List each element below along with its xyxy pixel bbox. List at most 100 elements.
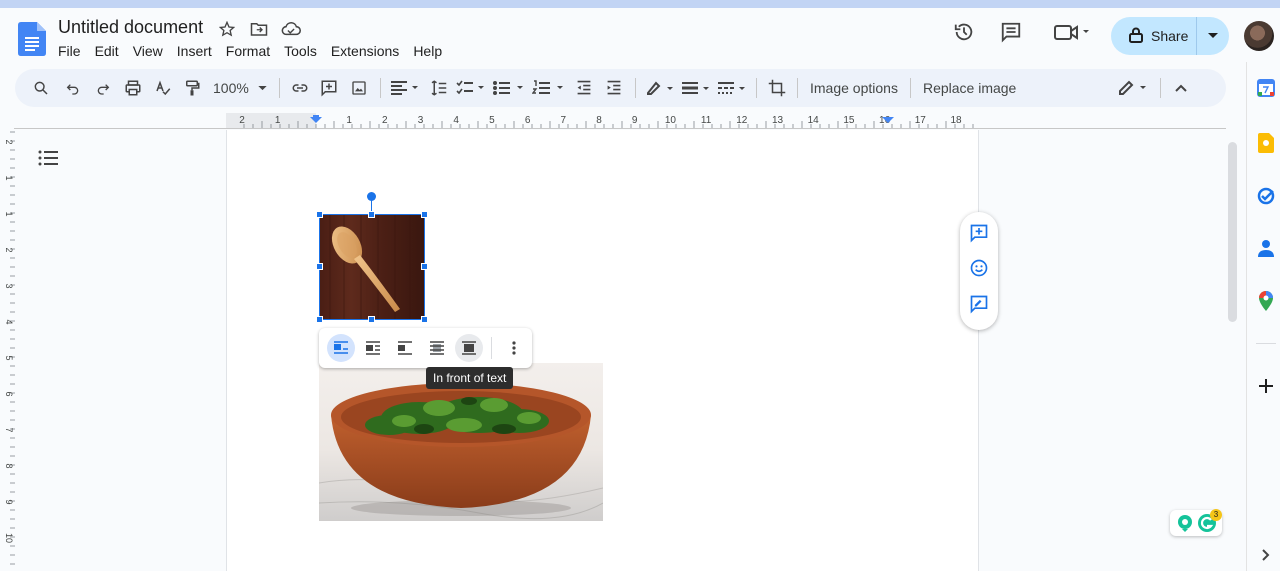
in-front-of-text-button[interactable]	[455, 334, 483, 362]
wrap-text-button[interactable]	[359, 334, 387, 362]
editing-mode-icon[interactable]	[1114, 74, 1154, 102]
border-color-icon[interactable]	[642, 74, 678, 102]
resize-handle[interactable]	[368, 211, 375, 218]
toolbar-divider	[1160, 78, 1162, 98]
align-icon[interactable]	[387, 74, 423, 102]
keep-icon[interactable]	[1256, 133, 1276, 153]
move-folder-icon[interactable]	[248, 18, 270, 40]
border-weight-icon[interactable]	[678, 74, 714, 102]
meet-icon[interactable]	[1052, 20, 1092, 44]
search-icon[interactable]	[31, 74, 51, 102]
add-comment-fab-icon[interactable]	[969, 223, 989, 248]
document-title[interactable]: Untitled document	[58, 17, 203, 38]
vruler-label: 1	[4, 211, 14, 216]
maps-icon[interactable]	[1256, 291, 1276, 311]
decrease-indent-icon[interactable]	[569, 74, 599, 102]
vruler-label: 8	[4, 463, 14, 468]
calendar-icon[interactable]	[1256, 78, 1276, 98]
comments-icon[interactable]	[999, 20, 1023, 44]
suggest-edits-icon[interactable]	[969, 294, 989, 319]
share-dropdown[interactable]	[1197, 17, 1229, 55]
menu-file[interactable]: File	[58, 43, 88, 59]
chevron-right-icon[interactable]	[1256, 545, 1276, 565]
vruler-label: 5	[4, 355, 14, 360]
chevron-up-icon[interactable]	[1167, 74, 1195, 102]
break-text-icon	[398, 341, 412, 355]
spellcheck-icon[interactable]	[149, 74, 177, 102]
ruler-label: 2	[239, 115, 245, 126]
image-options-button[interactable]: Image options	[804, 74, 904, 102]
checklist-icon[interactable]	[453, 74, 489, 102]
vertical-scrollbar[interactable]	[1228, 142, 1237, 322]
add-comment-icon[interactable]	[314, 74, 344, 102]
in-front-of-text-icon	[462, 341, 476, 355]
menu-view[interactable]: View	[133, 43, 170, 59]
contacts-icon[interactable]	[1256, 238, 1276, 258]
inline-wrap-button[interactable]	[327, 334, 355, 362]
line-spacing-icon[interactable]	[423, 74, 453, 102]
menu-edit[interactable]: Edit	[95, 43, 126, 59]
star-icon[interactable]	[216, 18, 238, 40]
floating-actions	[960, 212, 998, 330]
insert-link-icon[interactable]	[286, 74, 314, 102]
vertical-ruler[interactable]: 2 1 1 2 3 4 5 6 7 8 9 10	[0, 130, 16, 571]
spoon-image[interactable]	[319, 214, 425, 320]
crop-icon[interactable]	[763, 74, 791, 102]
ruler-label: 18	[950, 115, 962, 126]
lock-icon	[1129, 27, 1143, 46]
side-panel-divider	[1256, 343, 1276, 344]
toolbar-divider	[909, 78, 911, 98]
increase-indent-icon[interactable]	[599, 74, 629, 102]
vruler-label: 2	[4, 139, 14, 144]
resize-handle[interactable]	[368, 316, 375, 323]
version-history-icon[interactable]	[952, 20, 976, 44]
menu-format[interactable]: Format	[226, 43, 277, 59]
more-options-button[interactable]	[500, 334, 528, 362]
replace-image-button[interactable]: Replace image	[917, 74, 1022, 102]
insert-image-icon[interactable]	[344, 74, 374, 102]
paint-format-icon[interactable]	[177, 74, 207, 102]
document-outline-icon[interactable]	[38, 150, 60, 170]
ruler-indent-markers[interactable]	[308, 115, 898, 127]
resize-handle[interactable]	[421, 263, 428, 270]
emoji-reaction-icon[interactable]	[969, 258, 989, 283]
behind-text-button[interactable]	[423, 334, 451, 362]
vruler-label: 6	[4, 391, 14, 396]
rotate-handle[interactable]	[367, 192, 376, 201]
resize-handle[interactable]	[316, 211, 323, 218]
resize-handle[interactable]	[316, 263, 323, 270]
vruler-label: 1	[4, 175, 14, 180]
cloud-saved-icon[interactable]	[280, 18, 302, 40]
break-text-button[interactable]	[391, 334, 419, 362]
print-icon[interactable]	[117, 74, 149, 102]
bulleted-list-icon[interactable]	[489, 74, 529, 102]
grammarly-tone-icon	[1177, 515, 1192, 532]
ruler-label: 1	[275, 115, 281, 126]
menu-insert[interactable]: Insert	[177, 43, 219, 59]
menu-tools[interactable]: Tools	[284, 43, 324, 59]
tasks-icon[interactable]	[1256, 186, 1276, 206]
menu-extensions[interactable]: Extensions	[331, 43, 406, 59]
resize-handle[interactable]	[316, 316, 323, 323]
image-wrap-toolbar	[319, 328, 532, 368]
menu-bar: File Edit View Insert Format Tools Exten…	[58, 43, 456, 59]
chevron-down-icon	[1208, 33, 1218, 38]
tooltip: In front of text	[426, 367, 514, 389]
wrap-toolbar-divider	[491, 337, 492, 359]
docs-logo-icon[interactable]	[18, 22, 46, 56]
resize-handle[interactable]	[421, 211, 428, 218]
add-icon[interactable]	[1256, 376, 1276, 396]
undo-icon[interactable]	[57, 74, 89, 102]
redo-icon[interactable]	[89, 74, 117, 102]
numbered-list-icon[interactable]	[529, 74, 569, 102]
toolbar-divider	[635, 78, 636, 98]
inline-icon	[334, 341, 348, 354]
border-dash-icon[interactable]	[714, 74, 750, 102]
menu-help[interactable]: Help	[413, 43, 449, 59]
resize-handle[interactable]	[421, 316, 428, 323]
browser-top-strip	[0, 0, 1280, 8]
avatar[interactable]	[1244, 21, 1274, 51]
vruler-label: 9	[4, 499, 14, 504]
zoom-select[interactable]: 100%	[207, 74, 273, 102]
share-button[interactable]: Share	[1111, 17, 1229, 55]
